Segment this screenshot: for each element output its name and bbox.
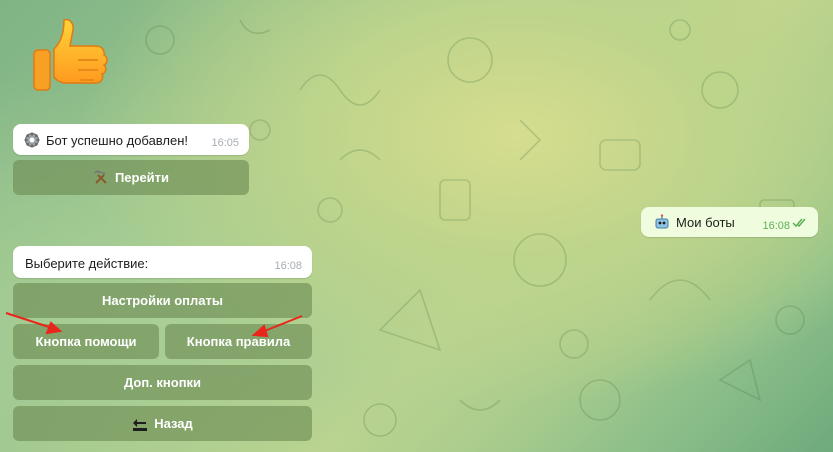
message-bot-added: Бот успешно добавлен! 16:05	[13, 124, 249, 155]
robot-icon	[655, 214, 669, 229]
payment-settings-button[interactable]: Настройки оплаты	[13, 283, 312, 318]
help-button[interactable]: Кнопка помощи	[13, 324, 159, 359]
help-button-label: Кнопка помощи	[35, 334, 137, 349]
back-button-label: Назад	[154, 416, 193, 431]
hammer-pick-icon	[94, 170, 107, 184]
back-button[interactable]: Назад	[13, 406, 312, 441]
gear-icon	[24, 132, 40, 148]
back-arrow-icon	[133, 418, 148, 431]
message-time: 16:08	[762, 220, 790, 232]
message-time: 16:05	[211, 137, 239, 149]
message-text: Мои боты	[676, 214, 735, 230]
thumbs-up-icon	[33, 18, 108, 91]
message-text: Выберите действие:	[25, 256, 149, 271]
message-choose-action: Выберите действие: 16:08	[13, 246, 312, 278]
go-button[interactable]: Перейти	[13, 160, 249, 195]
extra-buttons-button[interactable]: Доп. кнопки	[13, 365, 312, 400]
message-time: 16:08	[274, 260, 302, 272]
message-text: Бот успешно добавлен!	[46, 132, 189, 148]
message-my-bots: Мои боты 16:08	[641, 207, 818, 237]
double-check-icon	[792, 218, 806, 228]
extra-buttons-label: Доп. кнопки	[123, 375, 202, 390]
go-button-label: Перейти	[114, 170, 170, 185]
payment-settings-label: Настройки оплаты	[102, 293, 223, 308]
rules-button[interactable]: Кнопка правила	[165, 324, 312, 359]
rules-button-label: Кнопка правила	[186, 334, 291, 349]
